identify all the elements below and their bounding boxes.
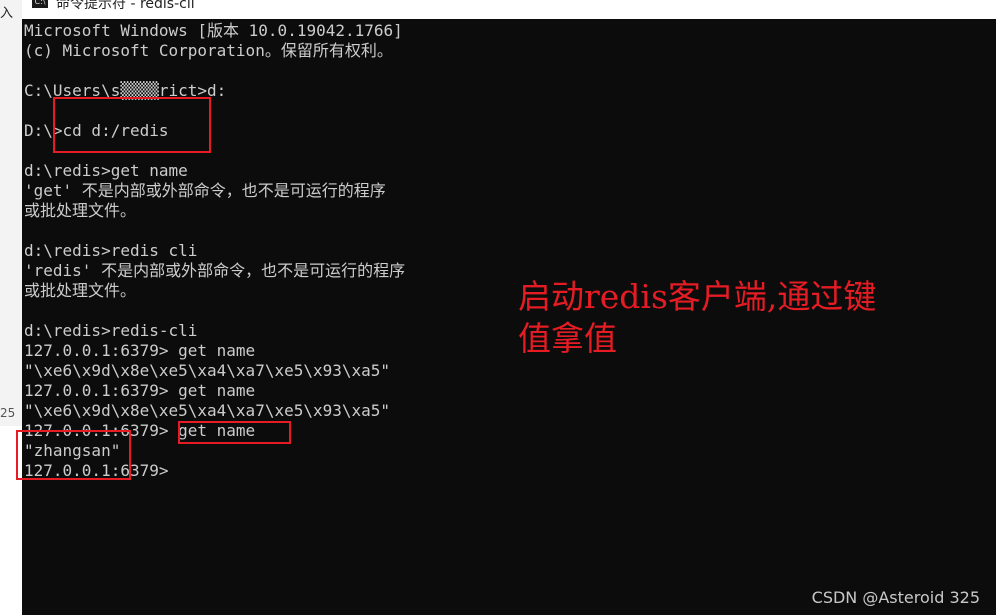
terminal-line: d:\redis>redis cli: [24, 241, 198, 260]
cmd-icon: C:\: [32, 0, 48, 8]
title-bar[interactable]: C:\ 命令提示符 - redis-cli: [22, 0, 996, 19]
terminal-line: "\xe6\x9d\x8e\xe5\xa4\xa7\xe5\x93\xa5": [24, 401, 391, 420]
background-line-number: 25: [0, 406, 16, 420]
terminal-line: (c) Microsoft Corporation。保留所有权利。: [24, 41, 393, 60]
annotation-line-1: 启动redis客户端,通过键: [518, 277, 877, 316]
terminal-line: 'get' 不是内部或外部命令，也不是可运行的程序: [24, 181, 386, 200]
highlight-get-name-command: [178, 421, 291, 444]
annotation-line-2: 值拿值: [518, 319, 617, 358]
terminal-line: Microsoft Windows [版本 10.0.19042.1766]: [24, 21, 403, 40]
csdn-watermark: CSDN @Asteroid 325: [811, 588, 980, 607]
background-window-text: 入: [0, 6, 14, 21]
terminal-line: d:\redis>redis-cli: [24, 321, 198, 340]
terminal-line: 127.0.0.1:6379> get name: [24, 381, 256, 400]
terminal-line: d:\redis>get name: [24, 161, 188, 180]
annotation-text: 启动redis客户端,通过键 值拿值: [518, 276, 978, 360]
terminal-line: 或批处理文件。: [24, 281, 137, 300]
window-title: 命令提示符 - redis-cli: [56, 0, 195, 12]
terminal-line: 127.0.0.1:6379> get name: [24, 341, 256, 360]
command-prompt-window[interactable]: C:\ 命令提示符 - redis-cli Microsoft Windows …: [16, 0, 996, 615]
terminal-line: 'redis' 不是内部或外部命令，也不是可运行的程序: [24, 261, 406, 280]
background-window-strip: 入 25: [0, 0, 23, 615]
terminal-line: 或批处理文件。: [24, 201, 137, 220]
highlight-cd-command: [53, 97, 211, 153]
terminal-output[interactable]: Microsoft Windows [版本 10.0.19042.1766] (c…: [24, 21, 405, 481]
highlight-zhangsan-result: [16, 430, 131, 480]
terminal-line: "\xe6\x9d\x8e\xe5\xa4\xa7\xe5\x93\xa5": [24, 361, 391, 380]
